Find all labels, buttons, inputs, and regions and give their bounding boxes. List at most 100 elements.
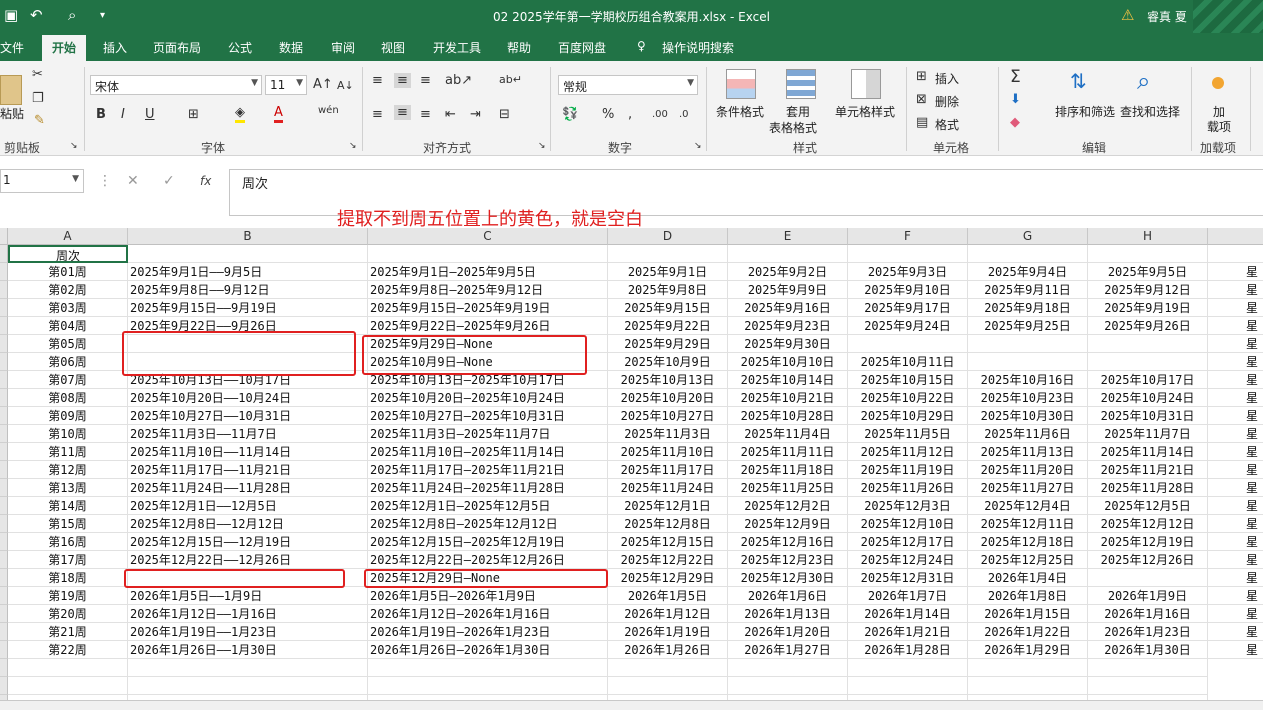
font-size-combo[interactable]: 11 ▼ bbox=[265, 75, 307, 95]
table-cell[interactable]: 2025年11月24日 bbox=[608, 479, 728, 497]
table-cell[interactable]: 2025年10月30日 bbox=[968, 407, 1088, 425]
table-cell[interactable]: 2025年9月16日 bbox=[728, 299, 848, 317]
table-cell[interactable]: 2025年11月19日 bbox=[848, 461, 968, 479]
table-cell[interactable]: 2025年12月9日 bbox=[728, 515, 848, 533]
table-cell[interactable]: 2025年12月19日 bbox=[1088, 533, 1208, 551]
table-cell[interactable]: 2026年1月27日 bbox=[728, 641, 848, 659]
table-cell[interactable]: 2026年1月13日 bbox=[728, 605, 848, 623]
table-cell[interactable]: 2025年10月28日 bbox=[728, 407, 848, 425]
table-cell[interactable]: 第14周 bbox=[8, 497, 128, 515]
table-cell[interactable]: 2025年12月15日—2025年12月19日 bbox=[368, 533, 608, 551]
sort-filter-button[interactable]: 排序和筛选 bbox=[1055, 103, 1115, 120]
row-header[interactable] bbox=[0, 371, 8, 389]
table-cell[interactable]: 2025年11月6日 bbox=[968, 425, 1088, 443]
table-cell[interactable]: 2025年12月8日—2025年12月12日 bbox=[368, 515, 608, 533]
row-header[interactable] bbox=[0, 497, 8, 515]
table-cell[interactable]: 2025年10月20日——10月24日 bbox=[128, 389, 368, 407]
table-cell[interactable]: 2026年1月16日 bbox=[1088, 605, 1208, 623]
table-cell[interactable]: 2025年9月11日 bbox=[968, 281, 1088, 299]
table-cell[interactable]: 2026年1月19日——1月23日 bbox=[128, 623, 368, 641]
table-cell[interactable]: 2025年9月10日 bbox=[848, 281, 968, 299]
table-cell[interactable]: 2026年1月26日——1月30日 bbox=[128, 641, 368, 659]
table-cell[interactable]: 2025年11月13日 bbox=[968, 443, 1088, 461]
table-cell[interactable]: 2025年9月18日 bbox=[968, 299, 1088, 317]
table-cell[interactable]: 星 bbox=[1208, 407, 1263, 425]
clear-icon[interactable]: ◆ bbox=[1010, 115, 1020, 130]
decrease-font-icon[interactable]: A↓ bbox=[337, 79, 354, 92]
tab-baidu-netdisk[interactable]: 百度网盘 bbox=[558, 39, 606, 56]
column-header-c[interactable]: C bbox=[368, 228, 608, 245]
table-cell[interactable]: 2025年11月7日 bbox=[1088, 425, 1208, 443]
table-cell[interactable]: 2025年11月26日 bbox=[848, 479, 968, 497]
table-cell[interactable]: 2025年12月16日 bbox=[728, 533, 848, 551]
table-cell[interactable] bbox=[608, 245, 728, 263]
table-cell[interactable]: 2025年10月10日 bbox=[728, 353, 848, 371]
addins-icon[interactable] bbox=[1212, 77, 1224, 89]
table-cell[interactable]: 2025年11月14日 bbox=[1088, 443, 1208, 461]
column-header-a[interactable]: A bbox=[8, 228, 128, 245]
table-cell[interactable]: 第08周 bbox=[8, 389, 128, 407]
table-cell[interactable]: 2026年1月30日 bbox=[1088, 641, 1208, 659]
enter-icon[interactable]: ✓ bbox=[163, 173, 175, 189]
worksheet-grid[interactable]: A B C D E F G H 周次 第01周 2025年9月1日——9月5日 2025年9月1日—2… bbox=[0, 228, 1263, 710]
column-header-g[interactable]: G bbox=[968, 228, 1088, 245]
table-cell[interactable] bbox=[968, 245, 1088, 263]
format-as-table-label-1[interactable]: 套用 bbox=[786, 103, 810, 120]
row-header[interactable] bbox=[0, 317, 8, 335]
table-cell[interactable]: 2025年10月29日 bbox=[848, 407, 968, 425]
table-cell[interactable] bbox=[128, 677, 368, 695]
align-top-icon[interactable]: ≡ bbox=[372, 73, 383, 88]
table-cell[interactable]: 2025年12月29日 bbox=[608, 569, 728, 587]
table-cell[interactable]: 第22周 bbox=[8, 641, 128, 659]
table-cell[interactable]: 2026年1月23日 bbox=[1088, 623, 1208, 641]
tab-home[interactable]: 开始 bbox=[42, 35, 87, 61]
table-cell[interactable]: 2025年9月1日——9月5日 bbox=[128, 263, 368, 281]
row-header[interactable] bbox=[0, 641, 8, 659]
table-cell[interactable]: 2025年9月1日—2025年9月5日 bbox=[368, 263, 608, 281]
row-header[interactable] bbox=[0, 263, 8, 281]
increase-font-icon[interactable]: A↑ bbox=[313, 77, 333, 92]
row-header[interactable] bbox=[0, 353, 8, 371]
tell-me-search[interactable]: 操作说明搜索 bbox=[662, 39, 734, 56]
table-cell[interactable]: 2025年12月2日 bbox=[728, 497, 848, 515]
table-cell[interactable]: 2026年1月26日 bbox=[608, 641, 728, 659]
table-cell[interactable]: 2025年11月10日—2025年11月14日 bbox=[368, 443, 608, 461]
table-cell[interactable]: 2025年12月15日——12月19日 bbox=[128, 533, 368, 551]
table-cell[interactable] bbox=[1088, 659, 1208, 677]
align-center-icon[interactable]: ≡ bbox=[394, 105, 411, 120]
table-cell[interactable]: 星 bbox=[1208, 587, 1263, 605]
table-cell[interactable]: 2026年1月6日 bbox=[728, 587, 848, 605]
column-header-h[interactable]: H bbox=[1088, 228, 1208, 245]
find-select-icon[interactable]: ⌕ bbox=[1137, 67, 1167, 97]
table-cell[interactable]: 2026年1月9日 bbox=[1088, 587, 1208, 605]
table-cell[interactable] bbox=[968, 677, 1088, 695]
addins-label-2[interactable]: 载项 bbox=[1207, 118, 1231, 135]
column-header-d[interactable]: D bbox=[608, 228, 728, 245]
row-header[interactable] bbox=[0, 659, 8, 677]
table-cell[interactable]: 星 bbox=[1208, 533, 1263, 551]
table-cell[interactable] bbox=[848, 245, 968, 263]
increase-indent-icon[interactable]: ⇥ bbox=[470, 107, 481, 122]
table-cell[interactable] bbox=[1088, 335, 1208, 353]
row-header[interactable] bbox=[0, 587, 8, 605]
table-cell[interactable]: 2026年1月15日 bbox=[968, 605, 1088, 623]
table-cell[interactable]: 2025年10月17日 bbox=[1088, 371, 1208, 389]
table-cell[interactable]: 2025年12月22日—2025年12月26日 bbox=[368, 551, 608, 569]
dialog-launcher-icon[interactable]: ↘ bbox=[70, 141, 78, 151]
orientation-icon[interactable]: ab↗ bbox=[445, 73, 472, 88]
table-cell[interactable]: 星 bbox=[1208, 317, 1263, 335]
table-cell[interactable]: 2025年10月13日 bbox=[608, 371, 728, 389]
currency-icon[interactable]: 💱 bbox=[562, 107, 578, 122]
table-cell[interactable]: 2025年9月1日 bbox=[608, 263, 728, 281]
table-cell[interactable]: 星 bbox=[1208, 263, 1263, 281]
table-cell[interactable]: 2025年11月10日 bbox=[608, 443, 728, 461]
table-cell[interactable]: 2025年12月22日 bbox=[608, 551, 728, 569]
table-cell[interactable]: 2025年11月28日 bbox=[1088, 479, 1208, 497]
phonetic-icon[interactable]: wén bbox=[318, 105, 339, 116]
comma-icon[interactable]: , bbox=[628, 107, 632, 122]
table-cell[interactable]: 第13周 bbox=[8, 479, 128, 497]
table-cell[interactable]: 2025年10月27日—2025年10月31日 bbox=[368, 407, 608, 425]
table-cell[interactable]: 2025年10月16日 bbox=[968, 371, 1088, 389]
table-cell[interactable]: 2026年1月12日——1月16日 bbox=[128, 605, 368, 623]
table-cell[interactable] bbox=[608, 659, 728, 677]
